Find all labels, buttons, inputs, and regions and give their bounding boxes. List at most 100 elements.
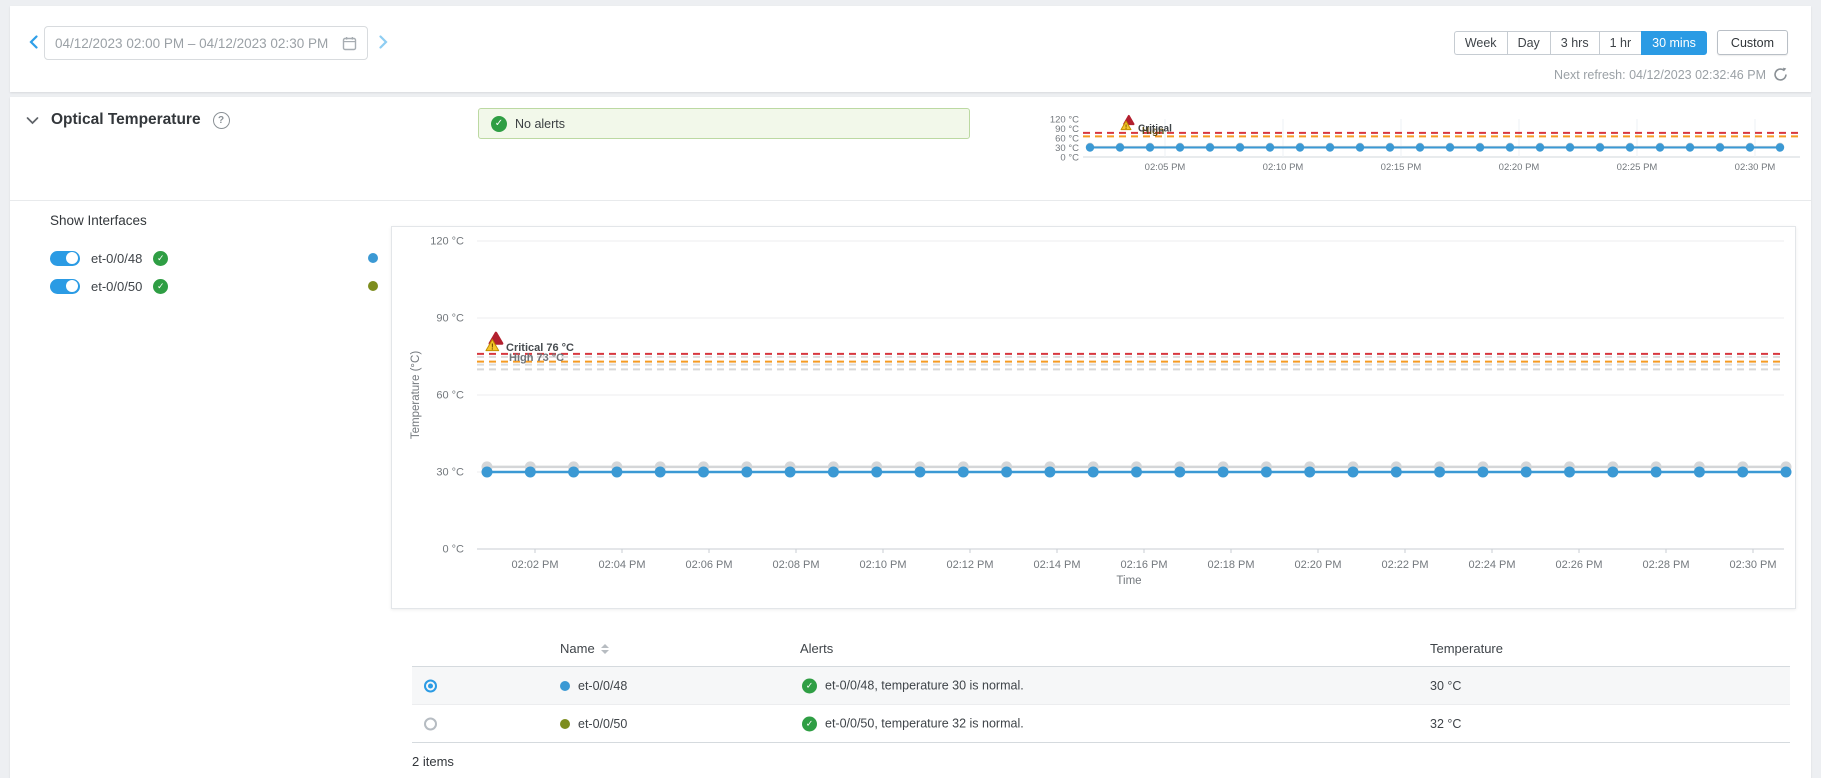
svg-text:02:05 PM: 02:05 PM xyxy=(1145,162,1186,173)
previous-period-icon[interactable] xyxy=(26,32,40,52)
svg-text:02:30 PM: 02:30 PM xyxy=(1735,162,1776,173)
interface-ok-icon: ✓ xyxy=(153,251,168,266)
svg-text:02:22 PM: 02:22 PM xyxy=(1381,559,1428,571)
svg-text:02:20 PM: 02:20 PM xyxy=(1499,162,1540,173)
svg-text:02:24 PM: 02:24 PM xyxy=(1468,559,1515,571)
row-radio-button[interactable] xyxy=(424,679,437,692)
svg-text:02:06 PM: 02:06 PM xyxy=(685,559,732,571)
table-header-row: Name Alerts Temperature xyxy=(412,633,1790,667)
row-radio-button[interactable] xyxy=(424,717,437,730)
show-interfaces-title: Show Interfaces xyxy=(50,213,380,228)
temperature-chart-card: 0 °C 30 °C 60 °C 90 °C 120 °C 02:02 PM 02:04 P… xyxy=(391,226,1796,609)
custom-range-button[interactable]: Custom xyxy=(1717,30,1788,55)
interface-label: et-0/0/50 xyxy=(91,279,142,294)
svg-text:Critical: Critical xyxy=(1138,124,1172,135)
name-header-label: Name xyxy=(560,641,595,656)
svg-text:02:26 PM: 02:26 PM xyxy=(1555,559,1602,571)
svg-text:!: ! xyxy=(1125,124,1127,131)
range-button-week[interactable]: Week xyxy=(1454,31,1507,55)
svg-text:Time: Time xyxy=(1116,575,1141,587)
svg-text:02:25 PM: 02:25 PM xyxy=(1617,162,1658,173)
interface-row-et-0/0/48: et-0/0/48 ✓ xyxy=(50,244,380,272)
overview-mini-chart[interactable]: 0 °C30 °C60 °C90 °C120 °C02:05 PM02:10 P… xyxy=(1035,101,1815,185)
svg-text:Temperature (°C): Temperature (°C) xyxy=(410,351,422,439)
svg-text:0 °C: 0 °C xyxy=(442,544,464,556)
row-temperature: 30 °C xyxy=(1430,679,1461,693)
svg-text:02:02 PM: 02:02 PM xyxy=(511,559,558,571)
table-item-count: 2 items xyxy=(412,754,1790,769)
interface-row-et-0/0/50: et-0/0/50 ✓ xyxy=(50,272,380,300)
svg-text:Critical 76 °C: Critical 76 °C xyxy=(506,342,574,354)
svg-text:30 °C: 30 °C xyxy=(436,467,464,479)
row-series-dot xyxy=(560,719,570,729)
show-interfaces-panel: Show Interfaces et-0/0/48 ✓ et-0/0/50 ✓ xyxy=(50,213,380,300)
svg-text:30 °C: 30 °C xyxy=(1055,143,1079,154)
interfaces-table: Name Alerts Temperature et-0/0/48✓et-0/0… xyxy=(412,633,1790,769)
svg-text:02:04 PM: 02:04 PM xyxy=(598,559,645,571)
table-body: et-0/0/48 ✓ et-0/0/48, temperature 30 is n… xyxy=(412,667,1790,743)
range-button-3-hrs[interactable]: 3 hrs xyxy=(1550,31,1599,55)
row-temperature: 32 °C xyxy=(1430,717,1461,731)
series-color-dot xyxy=(368,281,378,291)
svg-text:02:10 PM: 02:10 PM xyxy=(859,559,906,571)
svg-text:02:20 PM: 02:20 PM xyxy=(1294,559,1341,571)
row-alert-text: et-0/0/50, temperature 32 is normal. xyxy=(825,717,1024,731)
svg-text:02:12 PM: 02:12 PM xyxy=(946,559,993,571)
range-button-group: WeekDay3 hrs1 hr30 mins xyxy=(1454,31,1707,55)
row-ok-icon: ✓ xyxy=(802,678,817,693)
section-header: Optical Temperature ? xyxy=(26,105,230,135)
page: { "topbar": { "date_range": "04/12/2023 … xyxy=(0,0,1821,778)
optical-temperature-section: Optical Temperature ? ✓ No alerts 0 °C 30… xyxy=(10,97,1811,778)
interface-list: et-0/0/48 ✓ et-0/0/50 ✓ xyxy=(50,244,380,300)
svg-text:02:18 PM: 02:18 PM xyxy=(1207,559,1254,571)
svg-text:90 °C: 90 °C xyxy=(436,313,464,325)
next-refresh: Next refresh: 04/12/2023 02:32:46 PM xyxy=(1554,67,1788,82)
svg-text:02:14 PM: 02:14 PM xyxy=(1033,559,1080,571)
calendar-icon[interactable] xyxy=(342,36,357,51)
series-color-dot xyxy=(368,253,378,263)
svg-text:02:30 PM: 02:30 PM xyxy=(1729,559,1776,571)
collapse-chevron-icon[interactable] xyxy=(26,116,39,125)
interface-toggle[interactable] xyxy=(50,251,80,266)
svg-text:120 °C: 120 °C xyxy=(430,236,464,248)
interface-label: et-0/0/48 xyxy=(91,251,142,266)
no-alerts-banner: ✓ No alerts xyxy=(478,108,970,139)
main-chart-svg[interactable]: 0 °C 30 °C 60 °C 90 °C 120 °C 02:02 PM 02:04 P… xyxy=(392,227,1795,608)
sort-icon[interactable] xyxy=(601,644,609,654)
top-toolbar: 04/12/2023 02:00 PM – 04/12/2023 02:30 P… xyxy=(10,6,1811,92)
svg-text:02:10 PM: 02:10 PM xyxy=(1263,162,1304,173)
column-header-name[interactable]: Name xyxy=(560,641,609,656)
svg-text:02:08 PM: 02:08 PM xyxy=(772,559,819,571)
table-row-et-0/0/48[interactable]: et-0/0/48 ✓ et-0/0/48, temperature 30 is n… xyxy=(412,667,1790,705)
row-alert-text: et-0/0/48, temperature 30 is normal. xyxy=(825,679,1024,693)
interface-toggle[interactable] xyxy=(50,279,80,294)
row-interface-name: et-0/0/50 xyxy=(578,717,627,731)
section-title: Optical Temperature xyxy=(51,111,201,129)
row-ok-icon: ✓ xyxy=(802,716,817,731)
column-header-alerts: Alerts xyxy=(800,641,833,656)
svg-text:!: ! xyxy=(491,343,494,352)
svg-text:90 °C: 90 °C xyxy=(1055,124,1079,135)
svg-text:02:15 PM: 02:15 PM xyxy=(1381,162,1422,173)
table-row-et-0/0/50[interactable]: et-0/0/50 ✓ et-0/0/50, temperature 32 is n… xyxy=(412,705,1790,743)
range-button-day[interactable]: Day xyxy=(1507,31,1550,55)
interface-ok-icon: ✓ xyxy=(153,279,168,294)
next-period-icon[interactable] xyxy=(376,32,390,52)
date-range-value: 04/12/2023 02:00 PM – 04/12/2023 02:30 P… xyxy=(55,36,328,51)
column-header-temperature: Temperature xyxy=(1430,641,1503,656)
svg-text:60 °C: 60 °C xyxy=(1055,134,1079,145)
svg-text:120 °C: 120 °C xyxy=(1050,115,1079,126)
next-refresh-text: Next refresh: 04/12/2023 02:32:46 PM xyxy=(1554,68,1766,82)
section-divider xyxy=(10,200,1811,201)
date-range-input[interactable]: 04/12/2023 02:00 PM – 04/12/2023 02:30 P… xyxy=(44,26,368,60)
no-alerts-text: No alerts xyxy=(515,117,565,131)
svg-text:02:16 PM: 02:16 PM xyxy=(1120,559,1167,571)
range-button-30-mins[interactable]: 30 mins xyxy=(1641,31,1707,55)
range-button-1-hr[interactable]: 1 hr xyxy=(1599,31,1642,55)
check-circle-icon: ✓ xyxy=(491,116,507,132)
refresh-icon[interactable] xyxy=(1773,67,1788,82)
svg-text:02:28 PM: 02:28 PM xyxy=(1642,559,1689,571)
svg-text:60 °C: 60 °C xyxy=(436,390,464,402)
row-interface-name: et-0/0/48 xyxy=(578,679,627,693)
help-icon[interactable]: ? xyxy=(213,112,230,129)
